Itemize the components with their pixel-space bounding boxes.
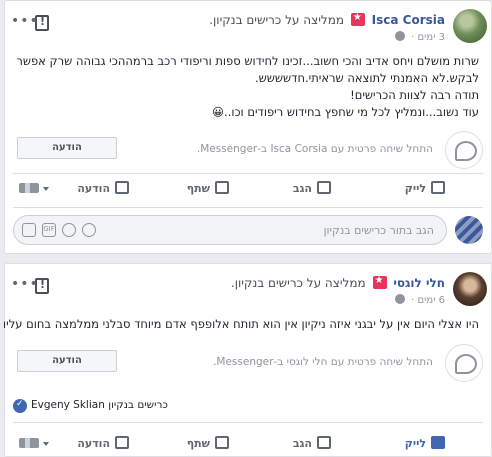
share-button[interactable]: שתף: [187, 436, 229, 450]
messenger-icon[interactable]: [445, 131, 483, 169]
like-button[interactable]: לייק: [405, 436, 445, 450]
messenger-prompt: התחל שיחה פרטית עם Isca Corsia ב-Messeng…: [196, 143, 433, 155]
more-options-icon[interactable]: •••: [11, 276, 39, 292]
action-bar: לייק הגב שתף הודעה: [5, 175, 491, 203]
review-post-2: חלי לוגסי ממליצה על כרישים בנקיון. 6 ימי…: [3, 263, 492, 457]
comment-label: הגב: [292, 182, 312, 195]
page-avatar-icon[interactable]: [19, 183, 39, 193]
share-button[interactable]: שתף: [187, 181, 229, 195]
post-meta: 3 ימים ·: [394, 31, 445, 43]
share-label: שתף: [186, 437, 210, 450]
recommend-text: ממליצה על כרישים בנקיון.: [209, 13, 345, 27]
sticker-icon[interactable]: [22, 223, 36, 237]
author-name[interactable]: חלי לוגסי: [393, 276, 445, 290]
messenger-strip: התחל שיחה פרטית עם Isca Corsia ב-Messeng…: [13, 131, 483, 171]
reactions-row[interactable]: כרישים בנקיון Evgeny Sklian: [13, 396, 483, 416]
messenger-small-icon: [115, 181, 129, 194]
thumbs-up-icon: [431, 436, 445, 449]
page-avatar-icon[interactable]: [19, 438, 39, 448]
chevron-down-icon[interactable]: [43, 442, 49, 446]
comment-icon: [317, 436, 331, 449]
globe-icon: [394, 294, 405, 304]
body-line: לבקש.לא האמנתי לתוצאה שראיתי.חדשששש.: [254, 71, 479, 85]
author-avatar[interactable]: [453, 9, 487, 43]
send-label: הודעה: [77, 437, 110, 450]
divider: [13, 173, 483, 174]
reactions-page: כרישים בנקיון: [108, 399, 168, 411]
message-button[interactable]: הודעה: [17, 350, 117, 372]
camera-icon[interactable]: [62, 223, 76, 237]
comment-label: הגב: [292, 437, 312, 450]
body-line: שרות מושלם ויחס אדיב והכי חשוב...זכינו ל…: [16, 54, 479, 68]
thumbs-up-icon: [431, 181, 445, 194]
post-header: Isca Corsia ממליצה על כרישים בנקיון. 3 י…: [5, 9, 491, 49]
body-line: תודה רבה לצוות הכרישים!: [350, 88, 479, 102]
post-meta: 6 ימים ·: [394, 294, 445, 306]
divider: [13, 422, 483, 423]
emoji-icon[interactable]: [82, 223, 96, 237]
post-body: שרות מושלם ויחס אדיב והכי חשוב...זכינו ל…: [15, 53, 479, 121]
post-time[interactable]: 6 ימים: [418, 295, 445, 306]
comment-input[interactable]: הגב בתור כרישים בנקיון GIF: [13, 215, 447, 245]
chevron-down-icon[interactable]: [43, 187, 49, 191]
comment-button[interactable]: הגב: [293, 436, 331, 450]
messenger-icon[interactable]: [445, 344, 483, 382]
review-post-1: Isca Corsia ממליצה על כרישים בנקיון. 3 י…: [4, 0, 492, 254]
like-button[interactable]: לייק: [405, 181, 445, 195]
body-line: עוד נשוב...ונמליץ לכל מי שחפץ בחידוש ריפ…: [212, 105, 479, 119]
post-time[interactable]: 3 ימים: [418, 32, 445, 43]
post-body: היו אצלי היום אין על יבגני איזה ניקיון א…: [3, 316, 479, 333]
messenger-small-icon: [115, 436, 129, 449]
comment-tools: GIF: [22, 223, 102, 237]
more-options-icon[interactable]: •••: [11, 13, 39, 29]
message-button[interactable]: הודעה: [17, 137, 117, 159]
share-label: שתף: [186, 182, 210, 195]
body-line: היו אצלי היום אין על יבגני איזה ניקיון א…: [3, 317, 479, 331]
messenger-strip: התחל שיחה פרטית עם חלי לוגסי ב-Messenger…: [13, 344, 483, 384]
like-label: לייק: [404, 182, 426, 195]
share-icon: [215, 181, 229, 194]
like-reaction-icon: [13, 399, 27, 413]
recommend-icon: [372, 275, 387, 289]
comment-placeholder: הגב בתור כרישים בנקיון: [323, 224, 434, 237]
divider: [13, 207, 483, 208]
send-message-button[interactable]: הודעה: [77, 181, 129, 195]
commenter-avatar: [455, 216, 483, 244]
recommend-text: ממליצה על כרישים בנקיון.: [230, 276, 366, 290]
comment-button[interactable]: הגב: [293, 181, 331, 195]
like-label: לייק: [404, 437, 426, 450]
send-message-button[interactable]: הודעה: [77, 436, 129, 450]
author-name[interactable]: Isca Corsia: [372, 13, 445, 27]
author-line: Isca Corsia ממליצה על כרישים בנקיון.: [209, 12, 445, 27]
share-icon: [215, 436, 229, 449]
comment-composer: הגב בתור כרישים בנקיון GIF: [13, 215, 483, 245]
author-avatar[interactable]: [453, 272, 487, 306]
post-header: חלי לוגסי ממליצה על כרישים בנקיון. 6 ימי…: [5, 272, 491, 312]
author-line: חלי לוגסי ממליצה על כרישים בנקיון.: [230, 275, 445, 290]
send-label: הודעה: [77, 182, 110, 195]
reactions-summary: כרישים בנקיון Evgeny Sklian: [31, 399, 168, 411]
comment-icon: [317, 181, 331, 194]
gif-icon[interactable]: GIF: [42, 223, 56, 237]
globe-icon: [394, 31, 405, 41]
reactions-person: Evgeny Sklian: [31, 399, 105, 411]
messenger-prompt: התחל שיחה פרטית עם חלי לוגסי ב-Messenger…: [213, 356, 433, 368]
recommend-icon: [350, 12, 365, 26]
action-bar: לייק הגב שתף הודעה: [5, 430, 491, 457]
